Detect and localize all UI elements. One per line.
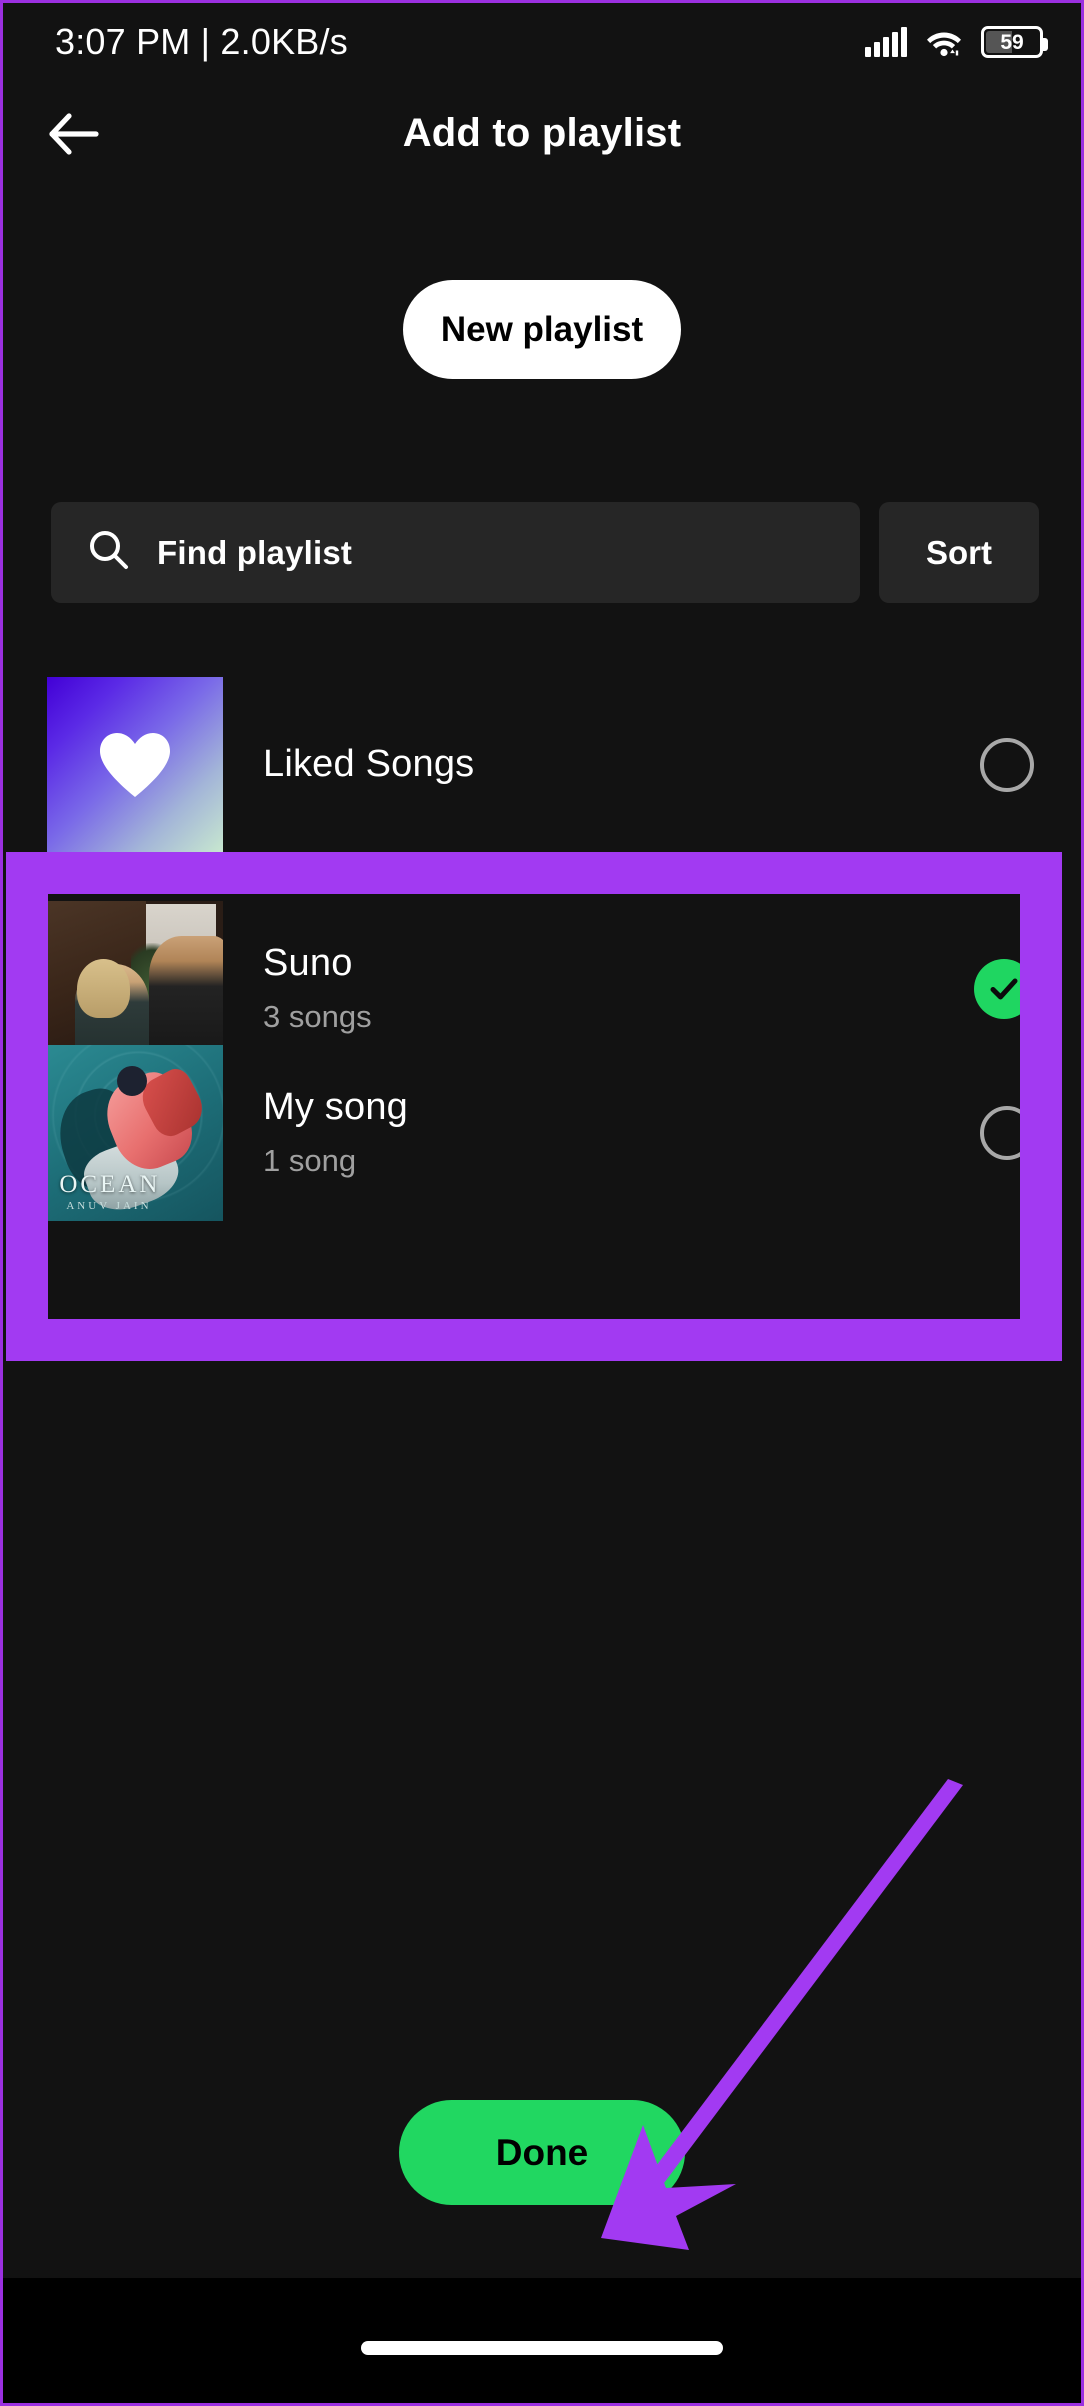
liked-songs-artwork xyxy=(47,676,223,853)
green-check-circle-icon xyxy=(974,958,1034,1019)
status-icons: 59 xyxy=(865,26,1048,58)
search-and-sort-row: Find playlist Sort xyxy=(51,502,1039,603)
back-button[interactable] xyxy=(29,96,119,172)
playlist-select-toggle[interactable] xyxy=(974,958,1034,1019)
phone-screen: 3:07 PM | 2.0KB/s 59 Add to playlist New… xyxy=(0,0,1084,2406)
playlist-text-block: Suno 3 songs xyxy=(263,942,974,1036)
heart-icon xyxy=(100,732,170,797)
back-arrow-icon xyxy=(49,112,99,155)
unchecked-circle-icon xyxy=(980,737,1034,792)
page-title: Add to playlist xyxy=(402,111,682,155)
unchecked-circle-icon xyxy=(980,1105,1034,1160)
search-input[interactable]: Find playlist xyxy=(51,502,860,603)
home-indicator[interactable] xyxy=(361,2341,723,2355)
playlist-song-count: 1 song xyxy=(263,1143,357,1179)
page-header: Add to playlist xyxy=(3,81,1081,186)
ocean-artwork: OCEAN ANUV JAIN xyxy=(47,1044,223,1221)
artwork-album-title: OCEAN xyxy=(59,1171,161,1199)
playlist-title: Suno xyxy=(263,941,353,984)
new-playlist-button[interactable]: New playlist xyxy=(403,280,681,379)
battery-percentage: 59 xyxy=(1000,30,1024,54)
status-bar: 3:07 PM | 2.0KB/s 59 xyxy=(3,3,1081,81)
playlist-text-block: My song 1 song xyxy=(263,1086,980,1180)
playlist-row-my-song[interactable]: OCEAN ANUV JAIN My song 1 song xyxy=(3,1044,1081,1221)
playlist-select-toggle[interactable] xyxy=(980,737,1034,792)
playlist-text-block: Liked Songs xyxy=(263,743,980,787)
search-placeholder-text: Find playlist xyxy=(157,533,353,571)
done-button[interactable]: Done xyxy=(399,2100,685,2205)
playlist-title: Liked Songs xyxy=(263,742,475,785)
signal-bars-icon xyxy=(865,27,907,57)
playlist-title: My song xyxy=(263,1085,409,1128)
playlist-song-count: 3 songs xyxy=(263,999,372,1035)
status-time-and-network-speed: 3:07 PM | 2.0KB/s xyxy=(55,21,348,62)
battery-icon: 59 xyxy=(981,26,1048,58)
wifi-icon xyxy=(925,27,963,57)
playlist-row-liked-songs[interactable]: Liked Songs xyxy=(3,676,1081,853)
system-navigation-bar xyxy=(3,2278,1081,2403)
search-icon xyxy=(87,528,131,577)
sort-button[interactable]: Sort xyxy=(879,502,1039,603)
playlist-select-toggle[interactable] xyxy=(980,1105,1034,1160)
artwork-artist-name: ANUV JAIN xyxy=(66,1199,152,1212)
